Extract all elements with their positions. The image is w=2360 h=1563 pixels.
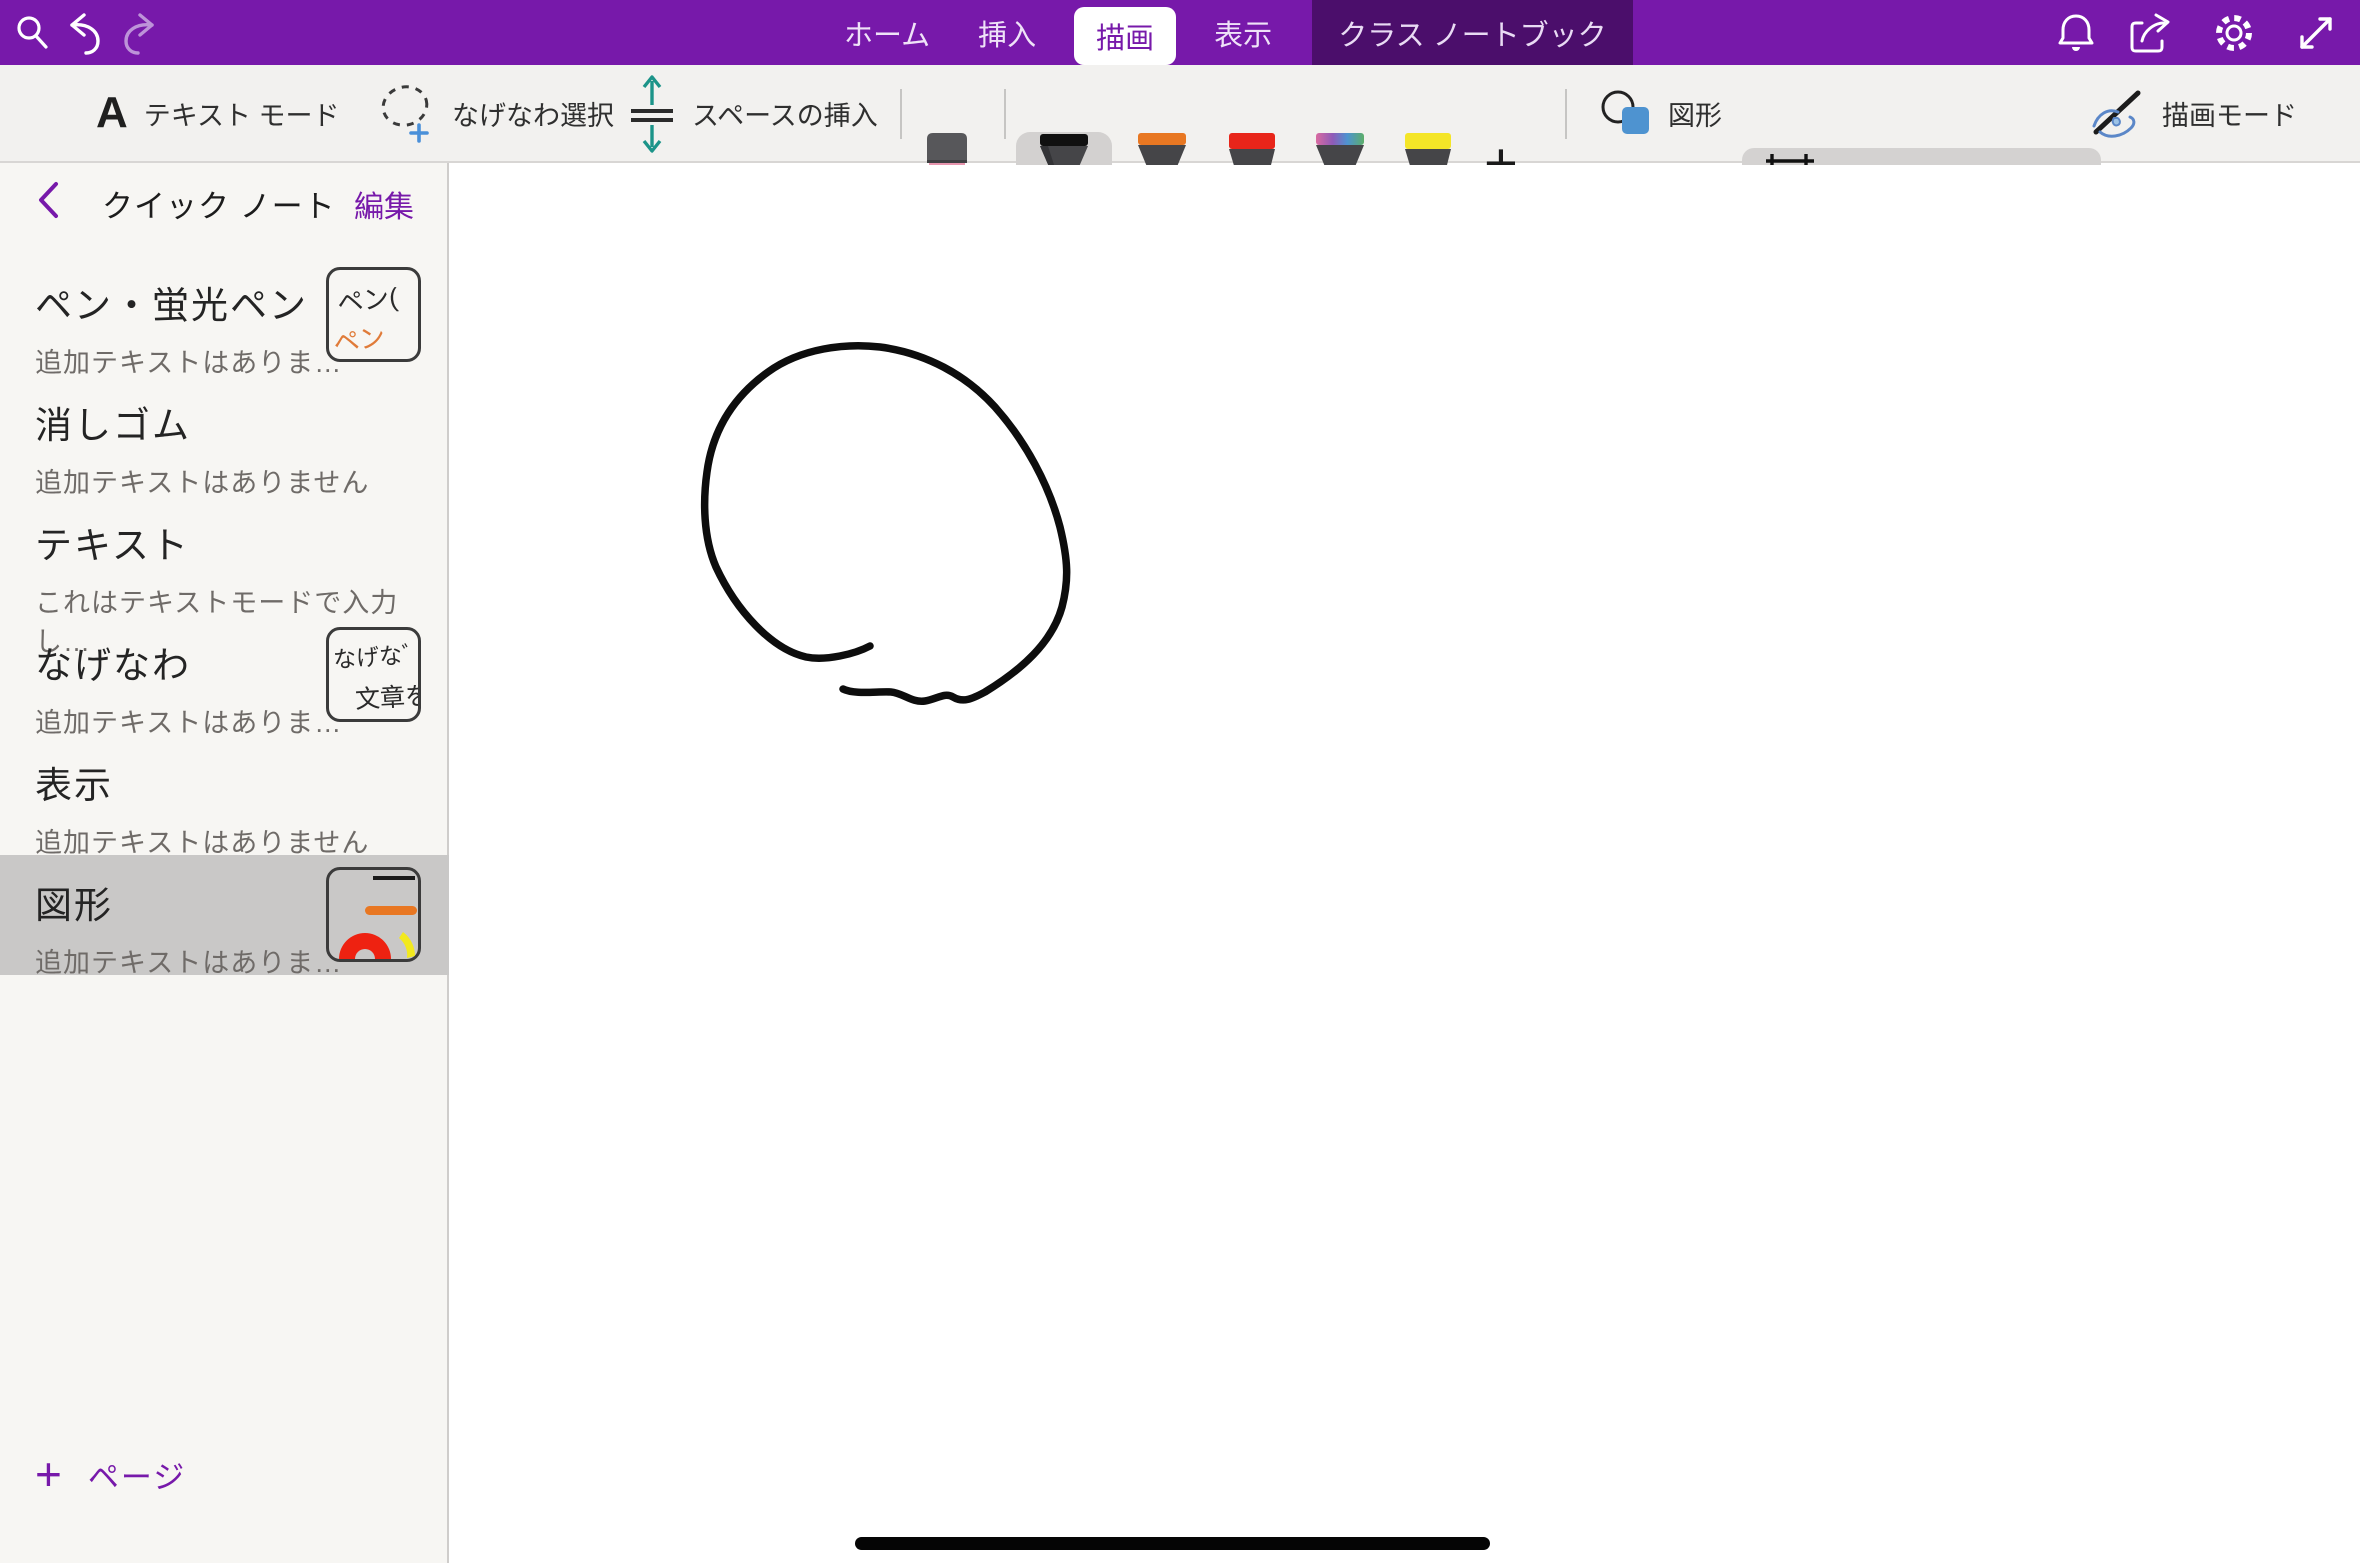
page-thumbnail xyxy=(326,867,421,962)
notebook-title: クイック ノート xyxy=(102,181,336,226)
hand-drawn-circle-stroke xyxy=(705,346,1067,702)
note-canvas[interactable] xyxy=(451,165,2360,1563)
fullscreen-icon[interactable] xyxy=(2294,11,2338,55)
page-item-text[interactable]: テキスト これはテキストモードで入力し… xyxy=(0,495,449,615)
draw-toolbar: A テキスト モード なげなわ選択 スペースの挿入 xyxy=(0,65,2360,163)
tab-view[interactable]: 表示 xyxy=(1190,0,1296,65)
page-list-sidebar: クイック ノート 編集 ペン・蛍光ペン 追加テキストはありま… ペン( ペン 消… xyxy=(0,163,449,1563)
page-list: ペン・蛍光ペン 追加テキストはありま… ペン( ペン 消しゴム 追加テキストはあ… xyxy=(0,255,447,975)
shapes-thumbnail-drawing xyxy=(329,870,418,959)
toolbar-separator xyxy=(1565,89,1567,139)
add-page-button[interactable]: + ページ xyxy=(35,1451,186,1497)
undo-icon[interactable] xyxy=(64,11,106,55)
lasso-icon xyxy=(378,80,436,146)
page-item-shapes-selected[interactable]: 図形 追加テキストはありま… xyxy=(0,855,449,975)
settings-gear-icon[interactable] xyxy=(2212,11,2256,55)
page-item-eraser[interactable]: 消しゴム 追加テキストはありません xyxy=(0,375,449,495)
tab-insert[interactable]: 挿入 xyxy=(954,0,1060,65)
lasso-select-button[interactable]: なげなわ選択 xyxy=(378,65,614,161)
back-chevron-icon[interactable] xyxy=(36,181,60,219)
tab-home[interactable]: ホーム xyxy=(820,0,954,65)
home-indicator-bar[interactable] xyxy=(855,1537,1490,1550)
page-title: 消しゴム xyxy=(35,395,449,449)
page-title: 表示 xyxy=(35,755,449,809)
plus-icon: + xyxy=(35,1451,62,1497)
search-icon[interactable] xyxy=(14,14,52,52)
ink-drawing-circle xyxy=(451,165,2360,1563)
page-item-view[interactable]: 表示 追加テキストはありません xyxy=(0,735,449,855)
page-item-pen-highlighter[interactable]: ペン・蛍光ペン 追加テキストはありま… ペン( ペン xyxy=(0,255,449,375)
sidebar-header: クイック ノート 編集 xyxy=(0,163,447,227)
insert-space-button[interactable]: スペースの挿入 xyxy=(628,65,878,161)
insert-space-icon xyxy=(628,71,676,155)
page-item-lasso[interactable]: なげなわ 追加テキストはありま… なげなﾞ 文章を xyxy=(0,615,449,735)
ribbon-tabs: ホーム 挿入 描画 表示 クラス ノートブック xyxy=(820,0,1633,65)
shapes-icon xyxy=(1598,89,1652,137)
top-bar: ホーム 挿入 描画 表示 クラス ノートブック xyxy=(0,0,2360,65)
page-thumbnail: なげなﾞ 文章を xyxy=(326,627,421,722)
toolbar-separator xyxy=(900,89,902,139)
edit-button[interactable]: 編集 xyxy=(354,182,414,226)
page-title: テキスト xyxy=(35,515,449,569)
shapes-button[interactable]: 図形 xyxy=(1598,65,1722,161)
redo-icon[interactable] xyxy=(118,11,160,55)
tab-class-notebook[interactable]: クラス ノートブック xyxy=(1312,0,1632,65)
text-mode-button[interactable]: A テキスト モード xyxy=(96,65,339,161)
onenote-app: ホーム 挿入 描画 表示 クラス ノートブック A テキスト モ xyxy=(0,0,2360,1563)
share-icon[interactable] xyxy=(2128,11,2174,55)
page-thumbnail: ペン( ペン xyxy=(326,267,421,362)
toolbar-separator xyxy=(1004,89,1006,139)
tab-draw[interactable]: 描画 xyxy=(1074,7,1176,65)
notifications-bell-icon[interactable] xyxy=(2056,12,2096,54)
draw-mode-hand-pen-icon xyxy=(2088,86,2146,140)
text-mode-icon: A xyxy=(96,88,128,138)
draw-mode-button[interactable]: 描画モード xyxy=(2088,65,2297,161)
